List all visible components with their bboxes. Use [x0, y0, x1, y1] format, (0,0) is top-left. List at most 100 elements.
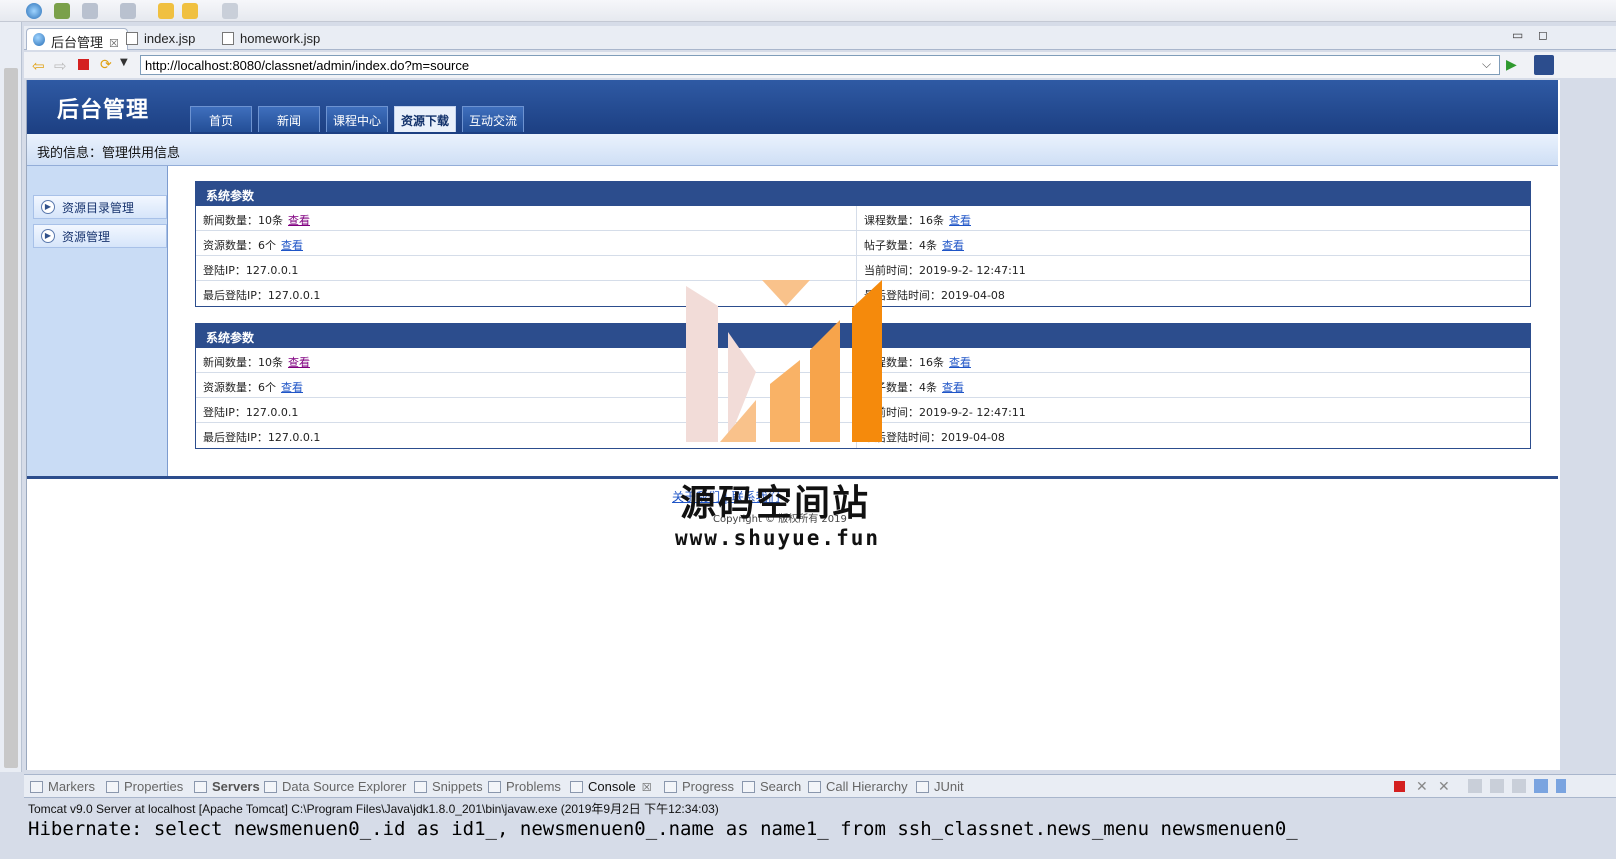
- deploy-icon[interactable]: [82, 3, 98, 19]
- value: 16条: [919, 214, 944, 227]
- console-output[interactable]: Hibernate: select newsmenuen0_.id as id1…: [28, 818, 1616, 859]
- param-post-count: 帖子数量：4条 查看: [857, 231, 1517, 256]
- view-link[interactable]: 查看: [288, 214, 310, 227]
- arrow-right-icon: ▶: [41, 229, 55, 243]
- tab-servers[interactable]: Servers: [194, 779, 260, 794]
- tab-progress[interactable]: Progress: [664, 779, 734, 794]
- back-history-icon[interactable]: [158, 3, 174, 19]
- nav-icon[interactable]: [120, 3, 136, 19]
- value: 4条: [919, 381, 937, 394]
- tab-label: Search: [760, 779, 802, 794]
- logo-bar-1: [686, 286, 718, 442]
- value: 2019-04-08: [941, 289, 1005, 302]
- url-dropdown-icon[interactable]: ⌵: [1482, 57, 1498, 73]
- label: 最后登陆IP：: [203, 289, 268, 302]
- forward-icon[interactable]: [222, 3, 238, 19]
- tab-data-source-explorer[interactable]: Data Source Explorer: [264, 779, 406, 794]
- tab-label: Snippets: [432, 779, 483, 794]
- word-wrap-icon[interactable]: [1512, 779, 1526, 793]
- url-input[interactable]: [140, 55, 1500, 75]
- param-post-count: 帖子数量：4条 查看: [857, 373, 1517, 398]
- progress-icon: [664, 781, 677, 793]
- table-row: 资源数量：6个 查看 帖子数量：4条 查看: [196, 231, 1530, 256]
- value: 2019-04-08: [941, 431, 1005, 444]
- tab-index-jsp[interactable]: index.jsp: [120, 28, 203, 50]
- label: 帖子数量：: [864, 239, 919, 252]
- clear-console-icon[interactable]: [1468, 779, 1482, 793]
- nav-home[interactable]: 首页: [190, 106, 252, 132]
- menu-resource-catalog[interactable]: ▶ 资源目录管理: [33, 195, 167, 219]
- database-icon: [264, 781, 277, 793]
- nav-downloads[interactable]: 资源下载: [394, 106, 456, 132]
- label: 资源数量：: [203, 239, 258, 252]
- value: 6个: [258, 239, 276, 252]
- view-link[interactable]: 查看: [281, 381, 303, 394]
- nav-courses[interactable]: 课程中心: [326, 106, 388, 132]
- watermark-logo-icon: [686, 280, 882, 442]
- scrollbar[interactable]: [4, 68, 18, 768]
- console-icon: [570, 781, 583, 793]
- snippets-icon: [414, 781, 427, 793]
- display-console-icon[interactable]: [1556, 779, 1566, 793]
- value: 10条: [258, 214, 283, 227]
- close-icon[interactable]: ☒: [109, 38, 119, 50]
- nav-news[interactable]: 新闻: [258, 106, 320, 132]
- tab-console[interactable]: Console ☒: [570, 779, 652, 794]
- remove-all-icon[interactable]: ✕: [1438, 779, 1452, 795]
- maximize-icon[interactable]: ◻: [1538, 28, 1548, 42]
- nav-interaction[interactable]: 互动交流: [462, 106, 524, 132]
- logo-chevron: [762, 280, 810, 306]
- logo-bar-4: [770, 360, 800, 442]
- globe-icon[interactable]: [26, 3, 42, 19]
- view-link[interactable]: 查看: [949, 356, 971, 369]
- view-link[interactable]: 查看: [949, 214, 971, 227]
- chevron-down-icon[interactable]: ▼: [120, 57, 136, 73]
- back-arrow-icon[interactable]: ⇦: [32, 57, 48, 75]
- remove-launch-icon[interactable]: ✕: [1416, 779, 1430, 795]
- back-icon[interactable]: [182, 3, 198, 19]
- pin-console-icon[interactable]: [1534, 779, 1548, 793]
- close-icon[interactable]: ☒: [642, 782, 652, 794]
- refresh-icon[interactable]: ⟳: [100, 57, 116, 73]
- editor-tabbar: 后台管理 ☒ index.jsp homework.jsp ▭ ◻: [24, 26, 1616, 50]
- tab-properties[interactable]: Properties: [106, 779, 183, 794]
- view-link[interactable]: 查看: [288, 356, 310, 369]
- view-link[interactable]: 查看: [942, 239, 964, 252]
- properties-icon: [106, 781, 119, 793]
- open-external-icon[interactable]: [1534, 55, 1554, 75]
- tab-snippets[interactable]: Snippets: [414, 779, 483, 794]
- value: 127.0.0.1: [245, 406, 299, 419]
- tab-label: Data Source Explorer: [282, 779, 407, 794]
- globe-icon: [33, 33, 45, 46]
- stop-icon[interactable]: [78, 59, 89, 70]
- junit-icon: [916, 781, 929, 793]
- label: 资源数量：: [203, 381, 258, 394]
- tab-markers[interactable]: Markers: [30, 779, 95, 794]
- menu-resource-manage[interactable]: ▶ 资源管理: [33, 224, 167, 248]
- tab-problems[interactable]: Problems: [488, 779, 561, 794]
- param-login-ip: 登陆IP：127.0.0.1: [196, 256, 857, 281]
- arrow-right-icon: ▶: [41, 200, 55, 214]
- forward-arrow-icon[interactable]: ⇨: [54, 57, 70, 75]
- tab-label: Call Hierarchy: [826, 779, 908, 794]
- tab-label: Console: [588, 779, 636, 794]
- tab-junit[interactable]: JUnit: [916, 779, 964, 794]
- minimize-icon[interactable]: ▭: [1512, 28, 1523, 42]
- tab-search[interactable]: Search: [742, 779, 801, 794]
- tab-admin[interactable]: 后台管理 ☒: [26, 28, 128, 50]
- param-current-time: 当前时间：2019-9-2- 12:47:11: [857, 256, 1517, 281]
- watermark-url: www.shuyue.fun: [675, 526, 881, 550]
- label: 新闻数量：: [203, 214, 258, 227]
- tab-homework-jsp[interactable]: homework.jsp: [216, 28, 328, 50]
- go-icon[interactable]: ▶: [1506, 57, 1522, 73]
- menu-label: 资源目录管理: [62, 201, 135, 215]
- view-link[interactable]: 查看: [281, 239, 303, 252]
- scroll-lock-icon[interactable]: [1490, 779, 1504, 793]
- run-server-icon[interactable]: [54, 3, 70, 19]
- value: 2019-9-2- 12:47:11: [919, 406, 1026, 419]
- problems-icon: [488, 781, 501, 793]
- tab-call-hierarchy[interactable]: Call Hierarchy: [808, 779, 908, 794]
- view-link[interactable]: 查看: [942, 381, 964, 394]
- app-header: [27, 80, 1558, 134]
- terminate-icon[interactable]: [1394, 781, 1405, 792]
